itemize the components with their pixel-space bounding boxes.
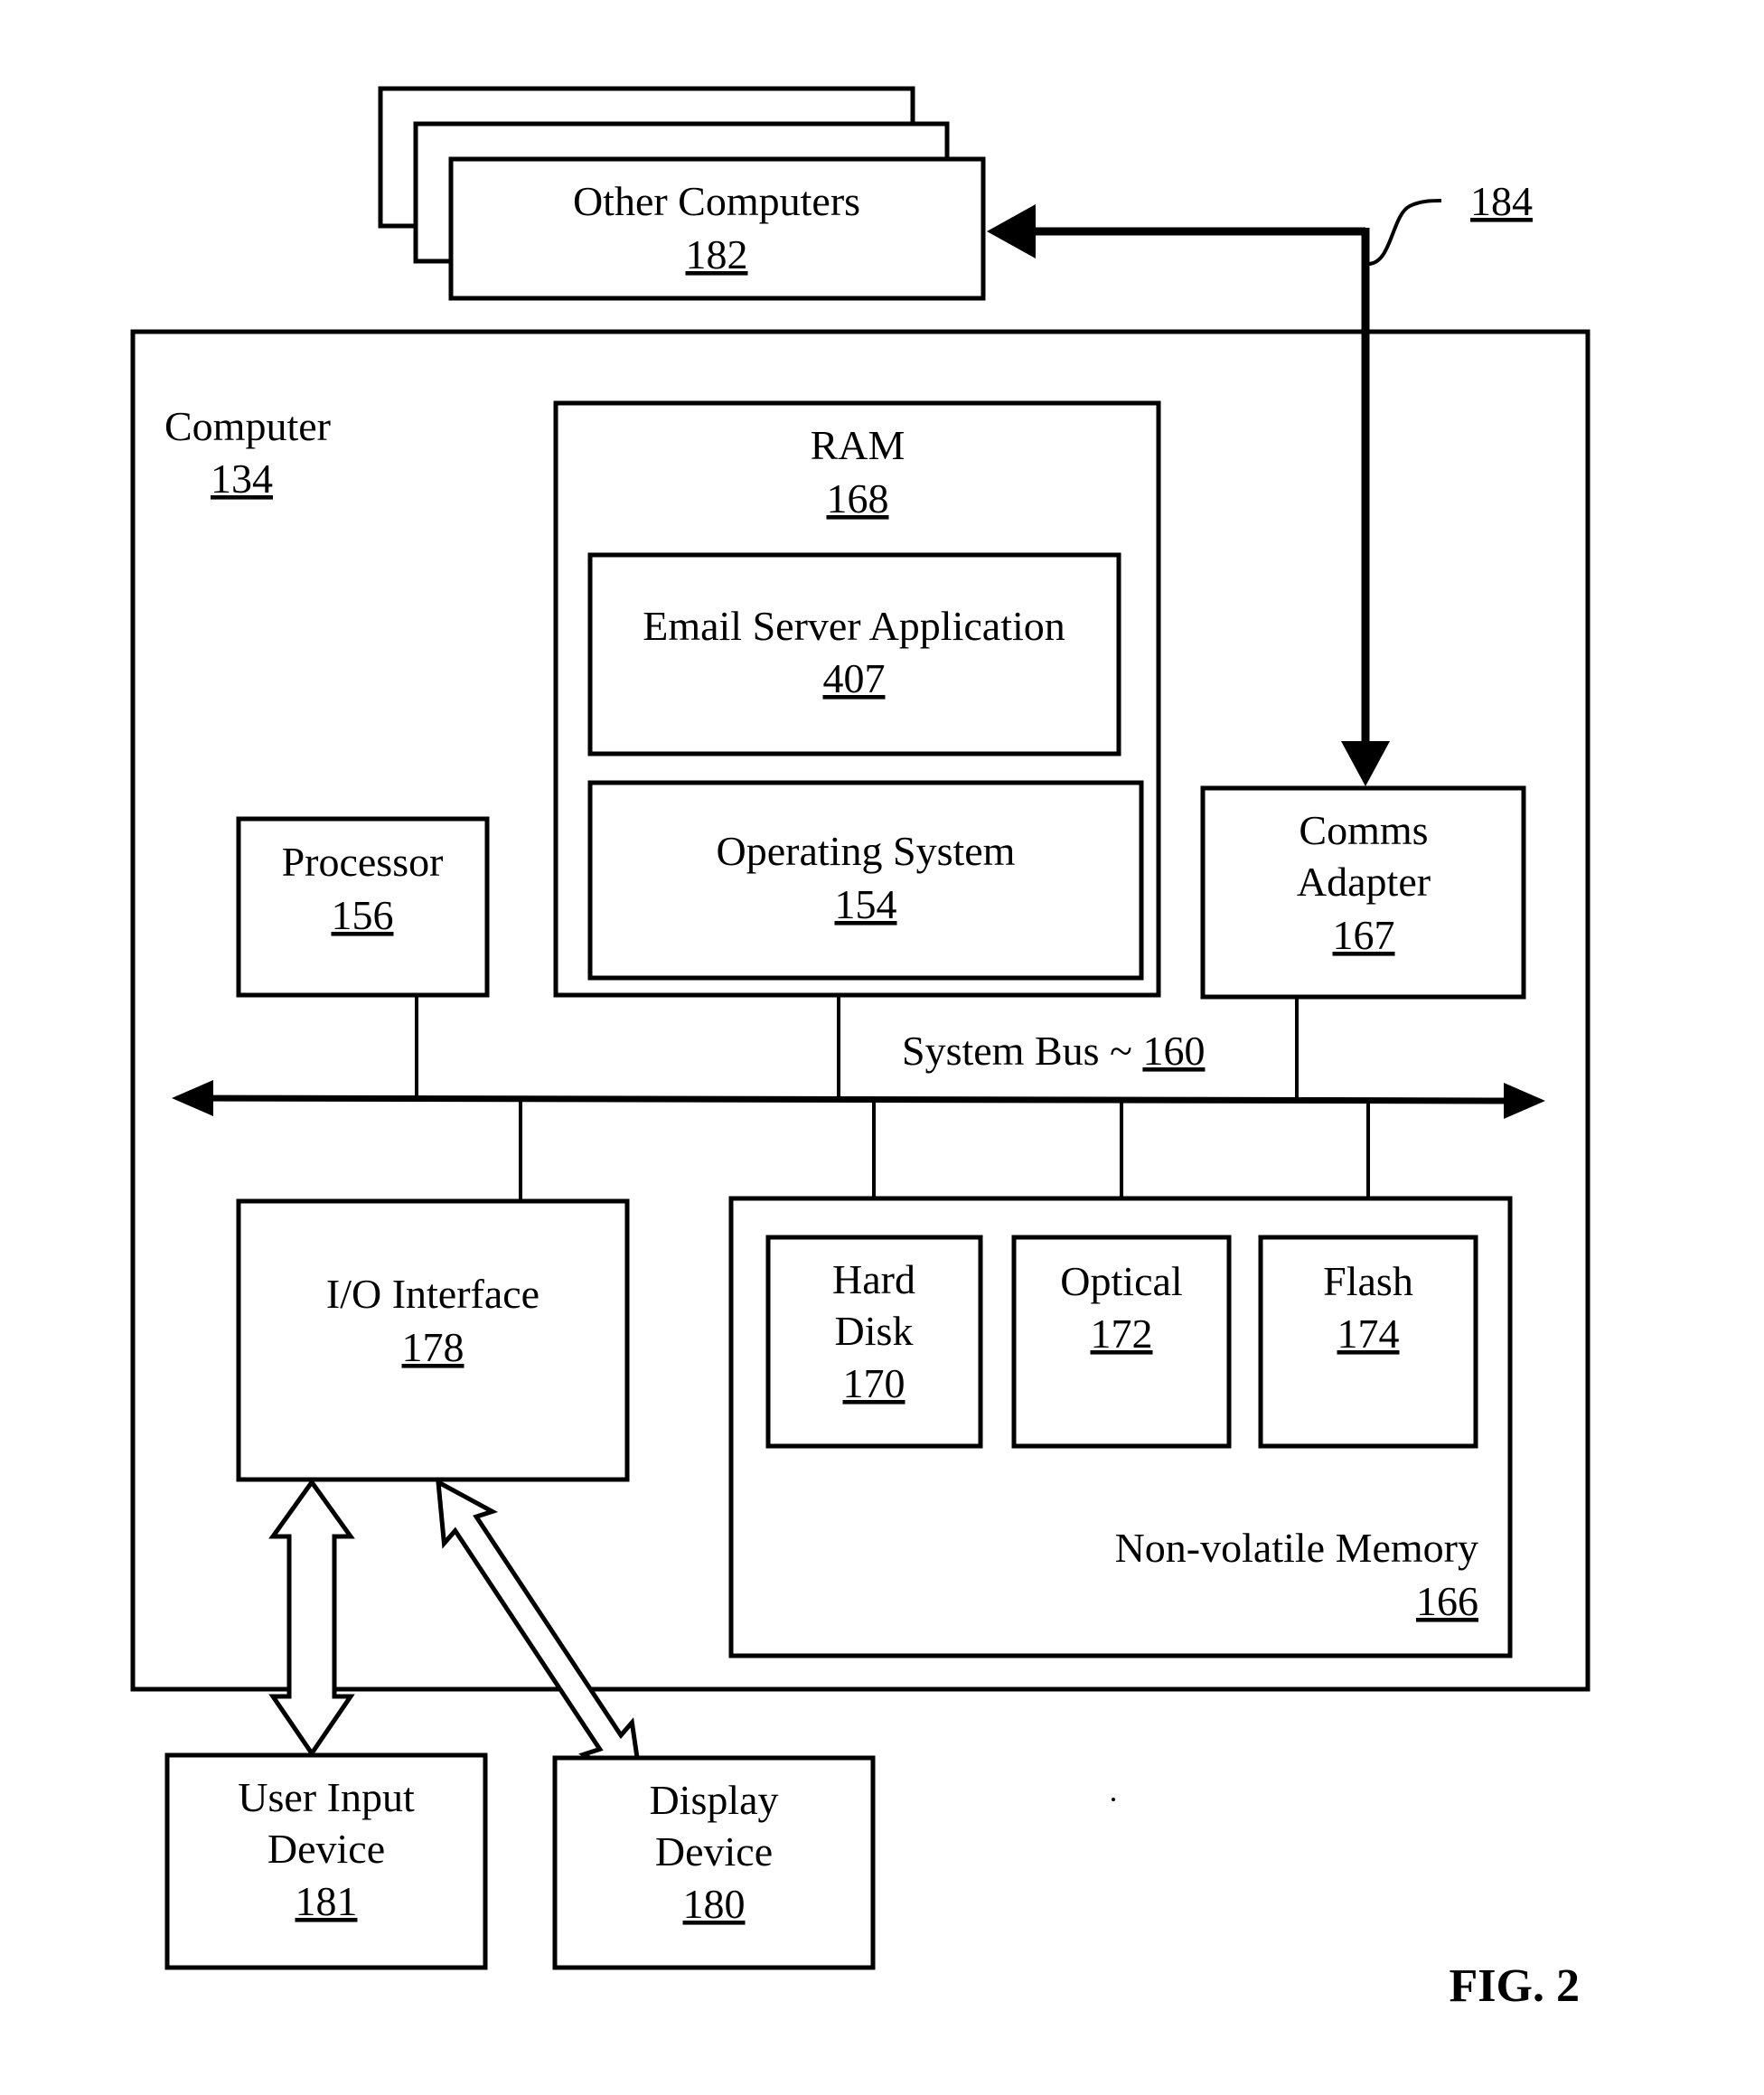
system-bus-line [193,1094,1519,1104]
system-bus-arrowhead-left [172,1080,213,1116]
ram-ref: 168 [827,475,889,521]
computer-label: Computer [164,403,331,449]
optical-label: Optical [1060,1258,1182,1304]
nonvolatile-memory-ref: 166 [1416,1578,1478,1624]
flash-ref: 174 [1337,1311,1400,1357]
hard-disk-label-line2: Disk [835,1308,914,1354]
display-device-ref: 180 [683,1881,746,1927]
system-bus-ref: 160 [1142,1028,1205,1074]
processor: Processor 156 [236,816,490,998]
io-interface-ref: 178 [402,1324,464,1370]
figure-caption: FIG. 2 [1450,1960,1580,2012]
user-input-device-label-line1: User Input [238,1774,415,1820]
optical-ref: 172 [1091,1311,1153,1357]
system-bus-label: System Bus ~ 160 [902,1028,1205,1074]
user-input-device-label-line2: Device [267,1826,385,1872]
email-server-box [587,552,1121,756]
hard-disk-label-line1: Hard [832,1256,915,1302]
hard-disk-ref: 170 [843,1360,905,1406]
io-interface: I/O Interface 178 [236,1198,630,1482]
operating-system-ref: 154 [835,881,897,927]
comms-adapter-label-line2: Adapter [1297,859,1431,905]
comms-adapter-label-line1: Comms [1299,807,1428,853]
ram-label: RAM [811,422,905,468]
stray-dot [1112,1798,1115,1801]
user-input-device: User Input Device 181 [164,1752,488,1970]
network-ref: 184 [1470,178,1533,224]
io-interface-label: I/O Interface [326,1271,540,1317]
comms-adapter-ref: 167 [1333,912,1395,958]
other-computers-label: Other Computers [573,178,860,224]
computer-ref: 134 [211,456,273,502]
processor-label: Processor [282,839,444,885]
io-user-input-arrow-shape [268,1478,355,1758]
system-bus-arrowhead-right [1504,1083,1545,1119]
processor-ref: 156 [332,892,394,938]
io-user-input-double-arrow [268,1478,355,1758]
network-arrowhead-down [1341,741,1390,786]
display-device-label-line2: Device [655,1828,773,1874]
other-computers: Other Computers 182 [378,86,986,301]
email-server-ref: 407 [823,655,886,701]
other-computers-ref: 182 [686,231,748,277]
network-leader-line [1367,199,1442,266]
display-device: Display Device 180 [552,1755,876,1970]
operating-system-box [587,780,1144,981]
diagram-canvas: Other Computers 182 184 Computer 134 RAM… [130,86,1590,2012]
system-bus-label-text: System Bus ~ [902,1028,1142,1074]
comms-adapter: Comms Adapter 167 [1200,785,1526,1000]
nonvolatile-memory: Non-volatile Memory 166 Hard Disk 170 Op… [728,1196,1513,1658]
nonvolatile-memory-label: Non-volatile Memory [1115,1525,1478,1571]
email-server-label: Email Server Application [643,603,1065,649]
display-device-label-line1: Display [649,1777,778,1823]
flash-label: Flash [1323,1258,1413,1304]
network-arrowhead-left [987,204,1036,258]
user-input-device-ref: 181 [296,1878,358,1924]
operating-system-label: Operating System [717,828,1016,874]
